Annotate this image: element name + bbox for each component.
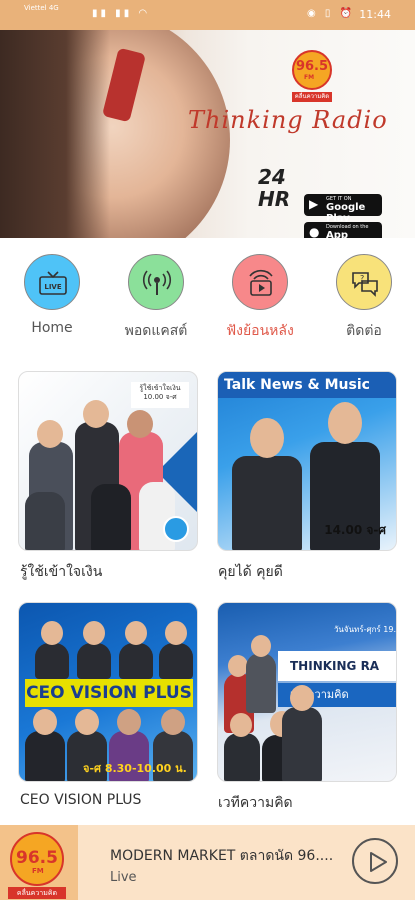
carrier-label: Viettel 4G [24,4,59,12]
app-store-badge[interactable]: ● Download on the App Store [304,222,382,238]
logo-number: 96.5 [295,59,329,74]
host-figure [224,733,260,781]
signal-icon: ▮▮ ▮▮ ◠ [92,8,151,19]
nav-item-replay[interactable]: ฟังย้อนหลัง [208,254,312,342]
brand-name: Thinking Radio [188,106,388,134]
status-bar: Viettel 4G ▮▮ ▮▮ ◠ ◉ ▯ ⏰ 11:44 [0,0,415,30]
host-head [228,655,248,677]
host-head [125,621,147,645]
play-icon [370,852,387,872]
host-figure [159,643,193,679]
program-card-2[interactable]: CEO VISION PLUS จ-ศ 8.30-10.00 น. [18,602,198,782]
program-time: จ-ศ 8.30-10.00 น. [83,762,187,775]
nav-label: ติดต่อ [346,323,382,339]
program-tag: รู้ใช้เข้าใจเงิน 10.00 จ-ศ [131,382,189,408]
program-heading: CEO VISION PLUS [25,679,193,707]
logo-tag: คลื่นความคิด [8,887,66,899]
nav-label: ฟังย้อนหลัง [226,323,294,339]
banner-photo-shadow [0,30,110,238]
live-tv-icon: LIVE [24,254,80,310]
program-title[interactable]: CEO VISION PLUS [20,792,141,808]
google-play-badge[interactable]: ▶ GET IT ON Google Play [304,194,382,224]
nav-item-podcast[interactable]: พอดแคสต์ [104,254,208,342]
host-figure [77,643,111,679]
host-head [328,402,362,444]
host-head [230,713,252,737]
mini-player[interactable]: 96.5 FM คลื่นความคิด MODERN MARKET ตลาดน… [0,825,415,900]
host-head [41,621,63,645]
hero-banner: 96.5 FM คลื่นความคิด Thinking Radio 24 H… [0,30,415,238]
play-button[interactable] [352,838,398,884]
host-head [161,709,185,735]
host-figure [91,484,131,550]
logo-number: 96.5 [16,848,58,868]
svg-text:?: ? [360,274,364,283]
clock: 11:44 [359,8,391,21]
replay-icon [232,254,288,310]
nav-label: พอดแคสต์ [124,323,188,339]
host-figure [119,643,153,679]
host-head [290,685,314,711]
now-playing-title: MODERN MARKET ตลาดนัด 96.... [110,848,334,864]
host-head [83,400,109,428]
host-figure [282,707,322,781]
host-figure [232,456,302,550]
nav-item-contact[interactable]: ? ติดต่อ [312,254,415,342]
nav-label: Home [31,320,73,336]
logo-tag: คลื่นความคิด [292,92,332,102]
station-logo: 96.5 FM คลื่นความคิด [290,48,334,106]
host-head [83,621,105,645]
host-figure [35,643,69,679]
host-figure [246,653,276,713]
program-card-0[interactable]: รู้ใช้เข้าใจเงิน 10.00 จ-ศ [18,371,198,551]
host-figure [25,731,65,781]
host-head [127,410,153,438]
host-figure [25,492,65,550]
google-play-big: Google Play [326,202,366,224]
host-head [37,420,63,448]
program-title[interactable]: รู้ใช้เข้าใจเงิน [20,561,102,583]
hours-label: 24 HR [258,165,291,211]
host-head [165,621,187,645]
status-icons: ◉ ▯ ⏰ [306,8,355,19]
smile-icon [163,516,189,542]
program-card-3[interactable]: วันจันทร์-ศุกร์ 19. THINKING RA เวทีความ… [217,602,397,782]
main-nav: LIVE Home พอดแคสต์ ฟังย้อนหลัง ? ติดต่อ [0,254,415,344]
host-head [251,635,271,657]
chat-icon: ? [336,254,392,310]
podcast-icon [128,254,184,310]
host-head [250,418,284,458]
program-title[interactable]: เวทีความคิด [218,792,293,814]
station-logo: 96.5 FM คลื่นความคิด [0,825,78,900]
program-title[interactable]: คุยได้ คุยดี [218,561,283,583]
program-date: วันจันทร์-ศุกร์ 19. [333,625,396,634]
host-head [117,709,141,735]
program-card-1[interactable]: Talk News & Music 14.00 จ-ศ [217,371,397,551]
apple-icon: ● [309,225,320,238]
now-playing-status: Live [110,870,137,885]
host-head [33,709,57,735]
program-time: 14.00 จ-ศ [324,523,386,537]
logo-fm: FM [32,867,44,875]
host-head [75,709,99,735]
app-store-big: App Store [326,230,349,238]
program-heading: Talk News & Music [218,372,396,398]
logo-fm: FM [304,74,315,81]
program-heading: THINKING RA [278,651,396,681]
nav-item-home[interactable]: LIVE Home [0,254,104,336]
play-store-icon: ▶ [309,197,319,211]
svg-text:LIVE: LIVE [44,283,61,291]
